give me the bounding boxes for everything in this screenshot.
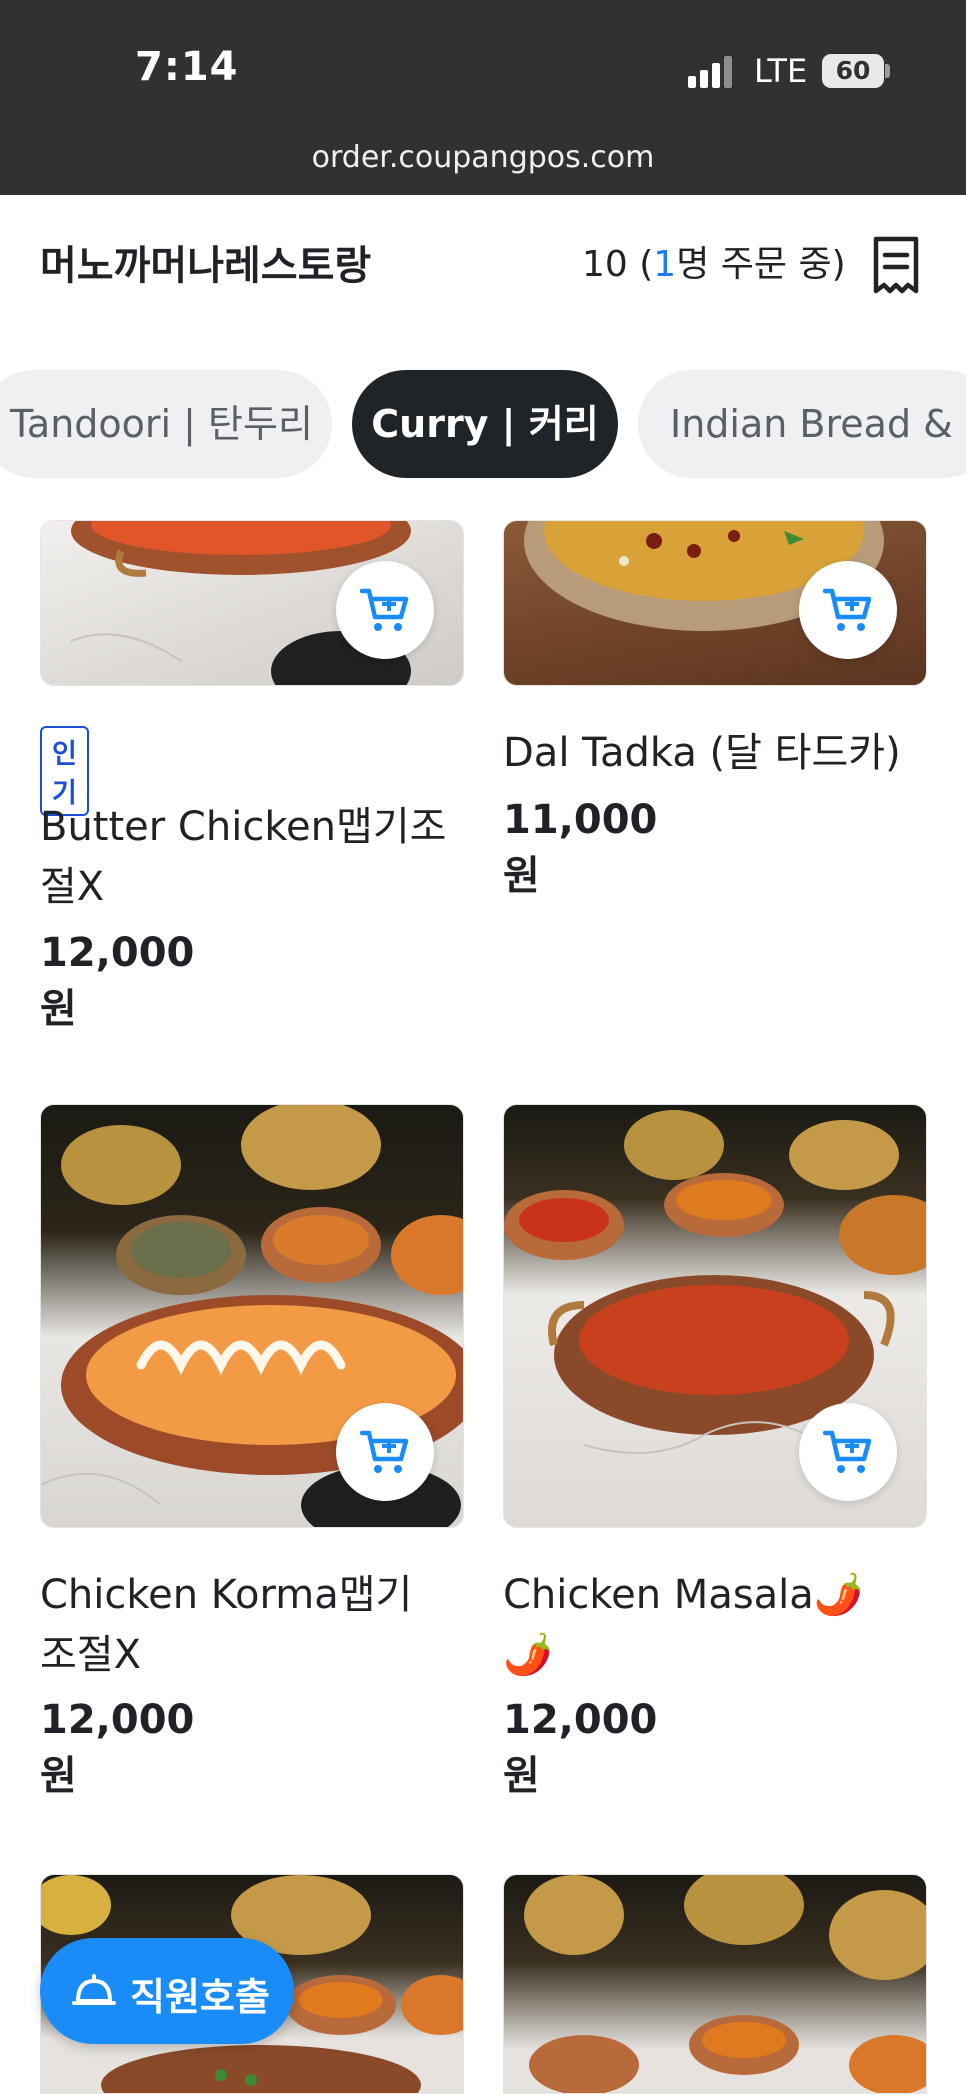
menu-item-price: 12,000원: [40, 1697, 195, 1799]
menu-item-name-line: Chicken Korma맵기: [40, 1572, 413, 1618]
staff-call-label: 직원호출: [130, 1975, 270, 2019]
menu-item-name-line: 조절X: [40, 1632, 142, 1678]
add-to-cart-button[interactable]: [799, 1403, 897, 1501]
menu-item-name: Chicken Masala🌶️ 🌶️: [503, 1565, 943, 1685]
cart-plus-icon: [360, 588, 409, 631]
menu-item-price: 12,000원: [503, 1697, 658, 1799]
menu-item-name-line: Butter Chicken맵기조: [40, 804, 447, 850]
add-to-cart-button[interactable]: [336, 1403, 434, 1501]
receipt-icon[interactable]: [870, 235, 922, 295]
tab-tandoori[interactable]: Tandoori | 탄두리: [0, 370, 332, 478]
bell-icon: [72, 1974, 116, 2005]
url-bar[interactable]: order.coupangpos.com: [0, 140, 966, 175]
tab-curry[interactable]: Curry | 커리: [352, 370, 618, 478]
status-bar: 7:14 LTE 60 order.coupangpos.com: [0, 0, 966, 195]
signal-icon: [688, 56, 736, 88]
menu-item-name-line: 🌶️: [503, 1632, 553, 1678]
menu-item-price: 12,000원: [40, 930, 195, 1032]
add-to-cart-button[interactable]: [799, 561, 897, 659]
battery-tip: [885, 64, 890, 78]
store-header: 머노까머나레스토랑 10 (1명 주문 중): [0, 195, 966, 330]
status-time: 7:14: [135, 44, 239, 90]
menu-item-name: Butter Chicken맵기조절X: [40, 797, 470, 917]
menu-item-price: 11,000원: [503, 797, 658, 899]
menu-item-name-line: 절X: [40, 864, 105, 910]
battery-icon: 60: [822, 54, 884, 88]
cart-plus-icon: [823, 588, 872, 631]
staff-call-button[interactable]: 직원호출: [40, 1938, 294, 2044]
order-status: 10 (1명 주문 중): [582, 235, 846, 287]
ordering-count: 1: [653, 244, 677, 285]
menu-item-name: Chicken Korma맵기조절X: [40, 1565, 470, 1685]
menu-item-name: Dal Tadka (달 타드카): [503, 730, 901, 776]
add-to-cart-button[interactable]: [336, 561, 434, 659]
network-label: LTE: [754, 52, 808, 90]
ordering-suffix: 명 주문 중): [676, 244, 846, 285]
table-number: 10 (: [582, 244, 654, 285]
menu-item-name-line: Chicken Masala🌶️: [503, 1572, 864, 1618]
cart-plus-icon: [823, 1430, 872, 1473]
store-name: 머노까머나레스토랑: [40, 243, 372, 289]
category-tabs: Tandoori | 탄두리 Curry | 커리 Indian Bread &…: [0, 370, 966, 482]
cart-plus-icon: [360, 1430, 409, 1473]
food-image: [503, 1874, 927, 2094]
tab-indian-bread[interactable]: Indian Bread & B: [638, 370, 966, 478]
